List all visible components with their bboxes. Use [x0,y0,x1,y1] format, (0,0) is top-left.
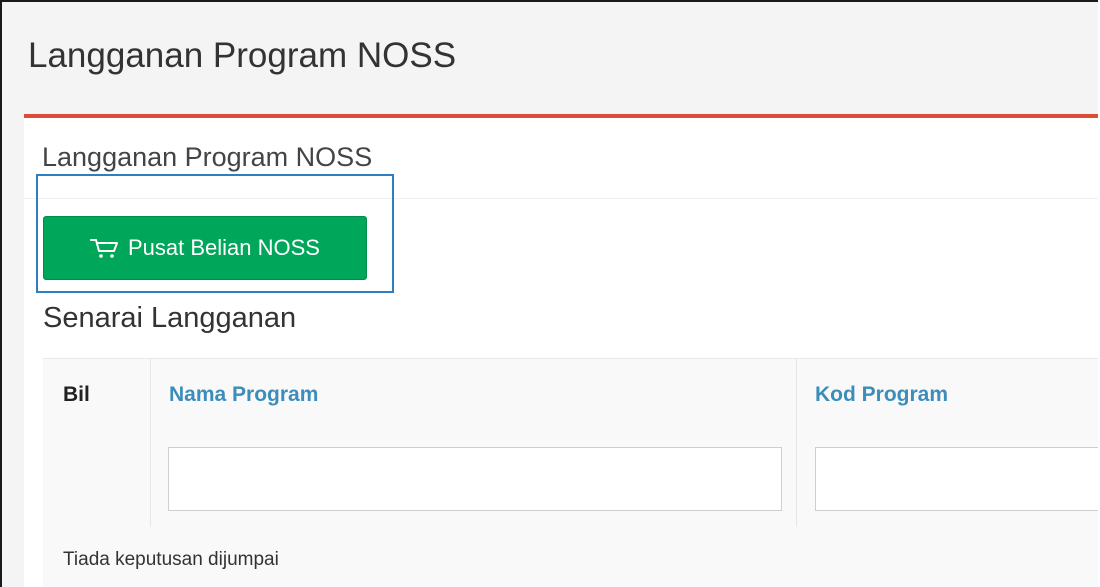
subscription-list-title: Senarai Langganan [43,302,297,334]
box-title: Langganan Program NOSS [42,142,373,172]
page-header: Langganan Program NOSS [2,2,1098,114]
column-header-kod-program[interactable]: Kod Program [797,359,1098,431]
box-header: Langganan Program NOSS [24,118,1098,199]
app-window: Langganan Program NOSS Langganan Program… [0,0,1098,587]
nama-program-filter-input[interactable] [168,447,782,511]
filter-cell-nama-program [151,431,797,527]
shop-center-button-label: Pusat Belian NOSS [128,235,320,260]
page-title: Langganan Program NOSS [28,36,457,75]
empty-result-row: Tiada keputusan dijumpai [43,527,1098,587]
table-filter-row [43,431,1098,528]
filter-cell-kod-program [797,431,1098,527]
shopping-cart-icon [90,237,120,259]
shop-center-button[interactable]: Pusat Belian NOSS [43,216,367,280]
column-header-nama-program[interactable]: Nama Program [151,359,797,431]
empty-result-message: Tiada keputusan dijumpai [63,549,279,570]
subscription-table: Bil Nama Program Kod Program Tiada keput… [43,358,1098,587]
table-header-row: Bil Nama Program Kod Program [43,359,1098,432]
kod-program-filter-input[interactable] [815,447,1098,511]
column-header-bil: Bil [43,359,151,431]
filter-cell-bil [43,431,151,527]
